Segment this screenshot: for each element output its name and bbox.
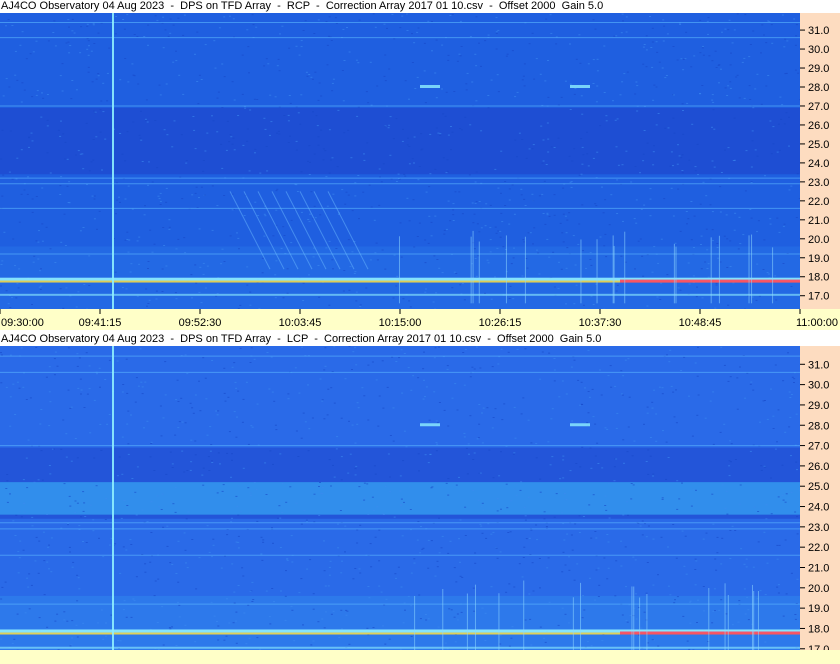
y-tick-label: 31.0	[808, 25, 829, 37]
lcp-title: AJ4CO Observatory 04 Aug 2023 - DPS on T…	[0, 333, 840, 346]
lcp-spectrogram	[0, 346, 800, 663]
x-tick-label: 10:48:45	[679, 317, 722, 329]
y-tick-label: 18.0	[808, 272, 829, 284]
lcp-frequency-axis: 31.0 30.0 29.0 28.0 27.0 26.0 25.0 24.0 23.0 22.0…	[800, 346, 840, 663]
x-tick-label: 10:03:45	[279, 317, 322, 329]
y-tick-label: 19.0	[808, 253, 829, 265]
y-tick-label: 30.0	[808, 44, 829, 56]
spectrogram-burst	[570, 423, 590, 427]
y-tick-label: 31.0	[808, 359, 829, 371]
y-tick-label: 29.0	[808, 63, 829, 75]
y-tick-label: 20.0	[808, 583, 829, 595]
y-tick-label: 24.0	[808, 502, 829, 514]
rcp-frequency-axis: 31.0 30.0 29.0 28.0 27.0 26.0 25.0 24.0 23.0 22.0…	[800, 13, 840, 309]
y-tick-label: 21.0	[808, 215, 829, 227]
y-tick-label: 19.0	[808, 603, 829, 615]
y-tick-label: 22.0	[808, 196, 829, 208]
y-tick-label: 28.0	[808, 420, 829, 432]
y-tick-label: 26.0	[808, 461, 829, 473]
y-tick-label: 17.0	[808, 291, 829, 303]
y-tick-label: 22.0	[808, 542, 829, 554]
rcp-spectrogram	[0, 13, 800, 309]
y-tick-label: 28.0	[808, 82, 829, 94]
x-tick-label: 09:52:30	[179, 317, 222, 329]
y-tick-label: 30.0	[808, 380, 829, 392]
y-tick-label: 23.0	[808, 522, 829, 534]
lcp-panel: AJ4CO Observatory 04 Aug 2023 - DPS on T…	[0, 333, 840, 664]
spectrogram-burst	[420, 423, 440, 427]
x-tick-label: 10:37:30	[579, 317, 622, 329]
y-tick-label: 27.0	[808, 441, 829, 453]
y-tick-label: 25.0	[808, 139, 829, 151]
y-tick-label: 20.0	[808, 234, 829, 246]
x-tick-label: 10:15:00	[379, 317, 422, 329]
x-tick-label: 09:41:15	[79, 317, 122, 329]
y-tick-label: 29.0	[808, 400, 829, 412]
rcp-title: AJ4CO Observatory 04 Aug 2023 - DPS on T…	[0, 0, 840, 13]
y-tick-label: 21.0	[808, 562, 829, 574]
y-tick-label: 23.0	[808, 177, 829, 189]
rcp-time-axis: 09:30:00 09:41:15 09:52:30 10:03:45 10:15:00…	[0, 309, 840, 330]
rcp-panel: AJ4CO Observatory 04 Aug 2023 - DPS on T…	[0, 0, 840, 330]
spectrogram-emission-line-2	[0, 293, 800, 296]
spectrogram-dark-band	[0, 107, 800, 175]
y-tick-label: 27.0	[808, 101, 829, 113]
spectrogram-burst	[570, 85, 590, 88]
x-tick-label: 09:30:00	[1, 317, 44, 329]
spectrogram-burst	[420, 85, 440, 88]
y-tick-label: 25.0	[808, 481, 829, 493]
y-tick-label: 18.0	[808, 623, 829, 635]
spectrogram-emission-line-2	[0, 646, 800, 649]
x-tick-label: 11:00:00	[796, 317, 838, 329]
y-tick-label: 26.0	[808, 120, 829, 132]
x-tick-label: 10:26:15	[479, 317, 522, 329]
bottom-strip	[0, 650, 840, 664]
y-tick-label: 24.0	[808, 158, 829, 170]
